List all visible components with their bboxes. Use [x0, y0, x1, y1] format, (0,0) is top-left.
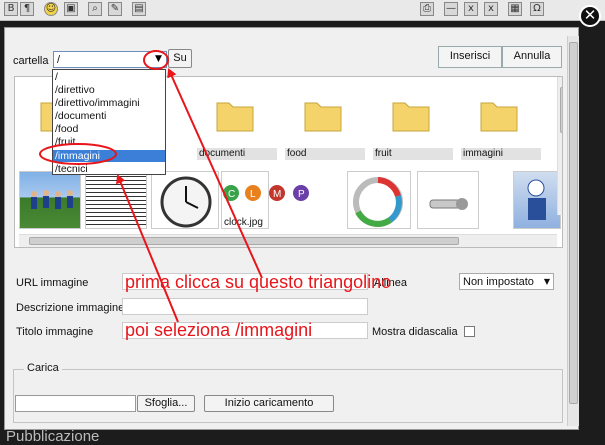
- close-dialog-button[interactable]: ✕: [579, 5, 601, 27]
- folder-icon: [480, 102, 518, 132]
- folder-item-fruit[interactable]: fruit: [371, 83, 455, 165]
- background-heading: Pubblicazione: [6, 428, 100, 445]
- caption-checkbox[interactable]: [464, 326, 475, 337]
- chart-wheel-icon: [353, 177, 403, 227]
- folder-select-value: /: [57, 54, 61, 66]
- image-thumbnail[interactable]: [417, 171, 479, 229]
- subscript-icon[interactable]: x: [464, 2, 478, 16]
- folder-dropdown-list: / /direttivo /direttivo/immagini /docume…: [52, 69, 166, 175]
- dash-icon[interactable]: —: [444, 2, 458, 16]
- folder-label: cartella: [13, 55, 49, 67]
- title-label: Titolo immagine: [16, 326, 94, 338]
- folder-icon: [392, 102, 430, 132]
- paste-icon[interactable]: ▤: [132, 2, 146, 16]
- upload-file-input[interactable]: [15, 395, 136, 412]
- image-thumbnail[interactable]: [85, 171, 147, 229]
- description-input[interactable]: [122, 298, 368, 315]
- paragraph-icon[interactable]: ¶: [20, 2, 34, 16]
- folder-name: fruit: [373, 148, 453, 160]
- upload-legend: Carica: [24, 362, 62, 374]
- dialog-scrollbar[interactable]: [567, 36, 579, 426]
- image-thumbnail[interactable]: [151, 171, 219, 229]
- svg-text:M: M: [273, 189, 281, 200]
- caption-label: Mostra didascalia: [372, 326, 458, 338]
- folder-icon: [304, 102, 342, 132]
- file-browser-horizontal-scrollbar[interactable]: [19, 234, 557, 247]
- folder-name: immagini: [461, 148, 541, 160]
- scroll-thumb[interactable]: [569, 42, 578, 404]
- folder-name: documenti: [197, 148, 277, 160]
- folder-option[interactable]: /documenti: [53, 110, 165, 122]
- browse-button[interactable]: Sfoglia...: [137, 395, 195, 412]
- clock-image-icon: [160, 176, 212, 228]
- cartoon-figure-icon: [527, 179, 546, 220]
- file-browser-vertical-scrollbar[interactable]: [557, 77, 562, 215]
- image-icon[interactable]: ▣: [64, 2, 78, 16]
- start-upload-button[interactable]: Inizio caricamento: [204, 395, 334, 412]
- folder-option[interactable]: /direttivo: [53, 84, 165, 96]
- team-photo-icon: [31, 190, 73, 209]
- find-icon[interactable]: ⌕: [88, 2, 102, 16]
- folder-option[interactable]: /: [53, 71, 165, 83]
- folder-option[interactable]: /direttivo/immagini: [53, 97, 165, 109]
- folder-select[interactable]: / ▼: [53, 51, 167, 68]
- annotation-step-1: prima clicca su questo triangolino: [125, 272, 392, 292]
- image-dialog: cartella / ▼ Su Inserisci Annulla docume…: [4, 27, 579, 430]
- nail-clipper-icon: [429, 198, 468, 210]
- superscript-icon[interactable]: x: [484, 2, 498, 16]
- bold-icon[interactable]: B: [4, 2, 18, 16]
- scroll-thumb[interactable]: [560, 87, 562, 133]
- svg-text:C: C: [228, 189, 235, 200]
- folder-option-selected[interactable]: /immagini: [53, 150, 165, 162]
- chevron-down-icon[interactable]: ▼: [152, 53, 165, 66]
- url-label: URL immagine: [16, 277, 89, 289]
- svg-text:L: L: [250, 189, 256, 200]
- badge-row: C L M P: [221, 171, 321, 229]
- folder-option[interactable]: /tecnici: [53, 163, 165, 175]
- print-icon[interactable]: ⎙: [420, 2, 434, 16]
- folder-item-immagini[interactable]: immagini: [459, 83, 543, 165]
- folder-option[interactable]: /fruit: [53, 136, 165, 148]
- editor-toolbar: B ¶ ☺ ▣ ⌕ ✎ ▤ ⎙ — x x ▦ Ω: [0, 0, 605, 21]
- letter-badges-icon: C L M P: [223, 185, 309, 201]
- close-icon: ✕: [583, 6, 597, 24]
- table-icon[interactable]: ▦: [508, 2, 522, 16]
- smiley-icon[interactable]: ☺: [44, 2, 58, 16]
- edit-icon[interactable]: ✎: [108, 2, 122, 16]
- folder-item-food[interactable]: food: [283, 83, 367, 165]
- omega-icon[interactable]: Ω: [530, 2, 544, 16]
- scroll-thumb[interactable]: [29, 237, 459, 245]
- description-label: Descrizione immagine: [16, 302, 125, 314]
- chevron-down-icon: ▼: [543, 277, 550, 286]
- folder-option[interactable]: /food: [53, 123, 165, 135]
- folder-item-documenti[interactable]: documenti: [195, 83, 279, 165]
- insert-button[interactable]: Inserisci: [438, 46, 502, 68]
- image-thumbnail[interactable]: [513, 171, 561, 229]
- cancel-button[interactable]: Annulla: [502, 46, 562, 68]
- svg-text:P: P: [298, 189, 305, 200]
- image-thumbnail[interactable]: [347, 171, 411, 229]
- align-select-value: Non impostato: [463, 276, 534, 288]
- up-button[interactable]: Su: [168, 49, 192, 68]
- folder-icon: [216, 102, 254, 132]
- annotation-step-2: poi seleziona /immagini: [125, 320, 313, 340]
- image-thumbnail[interactable]: [19, 171, 81, 229]
- folder-name: food: [285, 148, 365, 160]
- align-select[interactable]: Non impostato ▼: [459, 273, 554, 290]
